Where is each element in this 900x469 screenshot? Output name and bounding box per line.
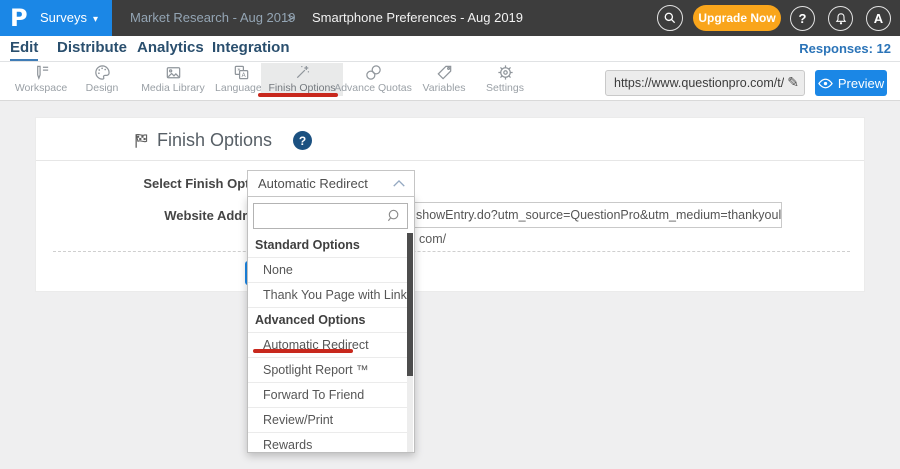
help-button[interactable]: ?	[790, 6, 815, 31]
website-address-hint: com/	[419, 232, 446, 246]
dropdown-search-input[interactable]	[254, 204, 407, 228]
toolbar-item-label: Design	[86, 82, 119, 94]
avatar-initial: A	[874, 11, 883, 26]
finish-option-select[interactable]: Automatic Redirect	[247, 170, 415, 197]
upgrade-now-button[interactable]: Upgrade Now	[693, 5, 781, 31]
dropdown-search-box	[253, 203, 408, 229]
tab-edit[interactable]: Edit	[10, 37, 38, 61]
breadcrumb-parent[interactable]: Market Research - Aug 2019	[130, 0, 295, 36]
selected-option: Automatic Redirect	[258, 171, 368, 196]
toolbar-item-variables[interactable]: Variables	[417, 63, 471, 96]
toolbar-item-label: Variables	[423, 82, 466, 94]
section-divider	[53, 251, 850, 252]
red-underline-annotation	[258, 93, 338, 97]
tab-integration[interactable]: Integration	[212, 37, 290, 59]
dropdown-option-forward-to-friend[interactable]: Forward To Friend	[248, 383, 408, 408]
dropdown-options-list: Standard Options None Thank You Page wit…	[248, 233, 408, 453]
dropdown-option-none[interactable]: None	[248, 258, 408, 283]
toolbar-item-workspace[interactable]: Workspace	[8, 63, 74, 96]
finish-option-dropdown: Standard Options None Thank You Page wit…	[247, 196, 415, 453]
toolbar-item-label: Media Library	[141, 82, 205, 94]
dropdown-option-thank-you-page[interactable]: Thank You Page with Link	[248, 283, 408, 308]
toolbar-item-design[interactable]: Design	[74, 63, 130, 96]
survey-url-box: ✎	[605, 70, 805, 96]
dropdown-group-header: Advanced Options	[248, 308, 408, 333]
red-underline-annotation	[253, 349, 353, 353]
page-title: Finish Options	[157, 130, 272, 151]
preview-button-label: Preview	[838, 76, 884, 91]
dropdown-option-rewards[interactable]: Rewards	[248, 433, 408, 453]
tab-analytics[interactable]: Analytics	[137, 37, 204, 59]
bell-icon	[834, 12, 848, 26]
toolbar-item-finish-options[interactable]: Finish Options	[261, 63, 343, 96]
toolbar-item-label: Workspace	[15, 82, 67, 94]
finish-options-panel: Finish Options ? Select Finish Option We…	[35, 117, 865, 292]
toolbar-item-settings[interactable]: Settings	[478, 63, 532, 96]
dropdown-option-review-print[interactable]: Review/Print	[248, 408, 408, 433]
toolbar-item-label: Advance Quotas	[334, 82, 412, 94]
questionpro-logo: P	[10, 4, 28, 32]
translate-icon: * A	[232, 63, 251, 81]
toolbar-item-languages[interactable]: * A Languages	[214, 63, 268, 96]
dropdown-scrollbar[interactable]	[407, 233, 413, 452]
workspace-pencil-list-icon	[32, 63, 51, 81]
tab-bar: Edit Distribute Analytics Integration Re…	[0, 36, 900, 62]
magic-wand-icon	[293, 63, 312, 81]
tab-distribute[interactable]: Distribute	[57, 37, 127, 59]
breadcrumb-separator: >	[287, 0, 295, 36]
dropdown-option-spotlight-report[interactable]: Spotlight Report ™	[248, 358, 408, 383]
top-bar: P Surveys▾ Market Research - Aug 2019 > …	[0, 0, 900, 36]
responses-count[interactable]: Responses: 12	[799, 36, 891, 61]
toolbar: Workspace Design Media Library * A	[0, 62, 900, 101]
surveys-menu-label: Surveys	[40, 10, 87, 25]
scrollbar-thumb[interactable]	[407, 233, 413, 376]
help-icon[interactable]: ?	[293, 131, 312, 150]
logo-block[interactable]: P Surveys ▾	[0, 0, 112, 36]
tag-icon	[435, 63, 454, 81]
toolbar-item-label: Settings	[486, 82, 524, 94]
dropdown-group-header: Standard Options	[248, 233, 408, 258]
dropdown-option-automatic-redirect[interactable]: Automatic Redirect	[248, 333, 408, 358]
toolbar-item-advance-quotas[interactable]: Advance Quotas	[335, 63, 411, 96]
chevron-up-icon	[392, 179, 406, 188]
survey-url-input[interactable]	[606, 71, 784, 95]
chain-links-icon	[364, 63, 383, 81]
finish-flag-icon	[133, 132, 151, 150]
search-icon	[386, 208, 403, 225]
edit-pencil-icon[interactable]: ✎	[787, 74, 799, 91]
search-icon	[663, 11, 677, 25]
search-button[interactable]	[657, 5, 683, 31]
toolbar-item-media-library[interactable]: Media Library	[134, 63, 212, 96]
eye-icon	[818, 78, 833, 89]
gear-icon	[496, 63, 515, 81]
surveys-menu[interactable]: Surveys ▾	[40, 0, 98, 38]
breadcrumb-survey-title: Smartphone Preferences - Aug 2019	[312, 0, 523, 36]
notifications-button[interactable]	[828, 6, 853, 31]
panel-header: Finish Options ?	[36, 118, 864, 161]
preview-button[interactable]: Preview	[815, 70, 887, 96]
avatar[interactable]: A	[866, 6, 891, 31]
palette-icon	[93, 63, 112, 81]
image-icon	[164, 63, 183, 81]
chevron-down-icon: ▾	[93, 14, 98, 25]
question-mark-icon: ?	[799, 11, 807, 26]
